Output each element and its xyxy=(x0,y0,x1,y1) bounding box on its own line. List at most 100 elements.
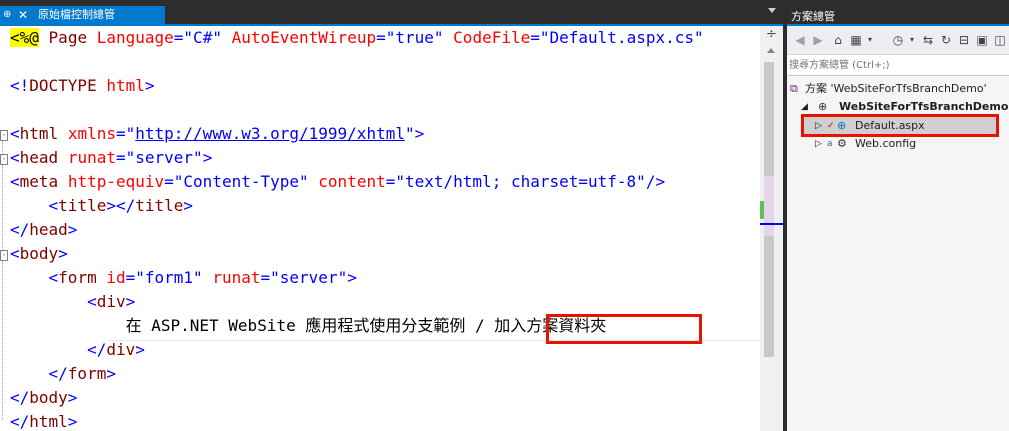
code-token: DOCTYPE xyxy=(29,76,97,95)
code-token: title xyxy=(58,196,107,215)
code-token: <%@ xyxy=(10,28,39,47)
code-token: html xyxy=(19,124,59,143)
code-token: head xyxy=(19,148,59,167)
code-line[interactable]: </div> xyxy=(10,338,145,362)
code-token: id xyxy=(106,268,126,287)
collapse-all-icon[interactable]: ⊟ xyxy=(957,32,971,48)
code-token: <! xyxy=(10,76,30,95)
annotation-highlight-box xyxy=(801,114,999,137)
code-token: title xyxy=(135,196,184,215)
code-line[interactable]: <!DOCTYPE html> xyxy=(10,74,155,98)
solution-explorer-search[interactable] xyxy=(787,55,1009,76)
code-line[interactable]: <div> xyxy=(10,290,135,314)
tree-item-web-config[interactable]: ▷ a ⚙ Web.config xyxy=(801,135,999,153)
tree-item-label: Web.config xyxy=(855,137,917,150)
tree-item-solution[interactable]: ⧉ 方案 'WebSiteForTfsBranchDemo' xyxy=(787,80,1009,98)
solution-explorer-titlebar[interactable]: 方案總管 xyxy=(787,0,1009,26)
pin-icon[interactable]: ⊕ xyxy=(3,6,11,24)
code-token: > xyxy=(106,364,116,383)
code-token: meta xyxy=(19,172,59,191)
chevron-down-icon[interactable] xyxy=(768,8,776,13)
search-input[interactable] xyxy=(789,57,999,73)
fold-html-icon[interactable]: - xyxy=(0,130,8,141)
split-window-icon[interactable]: ÷ xyxy=(760,26,783,44)
code-token: > xyxy=(347,268,357,287)
properties-icon[interactable]: ▣ xyxy=(975,32,989,48)
code-token: "server" xyxy=(125,148,203,167)
tab-source-control-explorer[interactable]: ⊕ ✕ 原始檔控制總管 xyxy=(0,6,165,24)
code-token: form xyxy=(67,364,107,383)
config-file-icon: ⚙ xyxy=(837,137,847,150)
code-token: /> xyxy=(645,172,666,191)
code-token: "text/html; charset=utf-8" xyxy=(395,172,646,191)
code-token: > xyxy=(135,340,145,359)
code-line[interactable]: </body> xyxy=(10,386,77,410)
code-token: "Content-Type" xyxy=(173,172,309,191)
vertical-scrollbar[interactable]: ÷ xyxy=(760,26,783,431)
scroll-up-icon[interactable] xyxy=(767,48,775,53)
code-token: > xyxy=(67,412,78,431)
sync-icon[interactable]: ⇆ xyxy=(921,32,935,48)
code-token: > xyxy=(58,244,68,263)
collapsed-arrow-icon[interactable]: ▷ xyxy=(815,135,822,153)
code-token: = xyxy=(173,28,184,47)
home-icon[interactable]: ⌂ xyxy=(831,32,845,48)
code-line[interactable]: 在 ASP.NET WebSite 應用程式使用分支範例 / 加入方案資料夾 xyxy=(10,314,607,338)
code-token: form xyxy=(58,268,97,287)
code-token: http-equiv xyxy=(67,172,165,191)
code-token: = xyxy=(376,28,386,47)
code-line[interactable]: <form id="form1" runat="server"> xyxy=(10,266,357,290)
code-token: html xyxy=(106,76,145,95)
scroll-map-change-marker xyxy=(760,201,764,219)
code-token: </ xyxy=(48,364,68,383)
code-token: < xyxy=(48,268,59,287)
code-token: "form1" xyxy=(135,268,203,287)
code-token: = xyxy=(125,268,136,287)
chevron-down-icon[interactable]: ▾ xyxy=(863,32,877,48)
code-token: Page xyxy=(48,28,88,47)
switch-views-icon[interactable]: ▦ xyxy=(849,32,863,48)
code-token: = xyxy=(530,28,540,47)
code-token: </ xyxy=(10,220,30,239)
fold-body-icon[interactable]: - xyxy=(0,250,8,261)
code-line[interactable]: </head> xyxy=(10,218,77,242)
code-token: ></ xyxy=(106,196,136,215)
code-token: > xyxy=(144,76,155,95)
code-token: < xyxy=(10,172,20,191)
code-line[interactable]: <body> xyxy=(10,242,68,266)
code-line[interactable]: <head runat="server"> xyxy=(10,146,212,170)
solution-explorer-panel: 方案總管 ◀ ▶ ⌂ ▦ ▾ ◷ ▾ ⇆ ↻ ⊟ ▣ ◫ ⧉ 方案 'WebSi… xyxy=(787,0,1009,431)
code-editor[interactable]: ⊕ ✕ 原始檔控制總管 <%@ Page Language="C#" AutoE… xyxy=(0,0,783,431)
code-line[interactable]: </form> xyxy=(10,362,116,386)
back-icon[interactable]: ◀ xyxy=(793,32,807,48)
preview-icon[interactable]: ◫ xyxy=(993,32,1007,48)
code-line[interactable]: <html xmlns="http://www.w3.org/1999/xhtm… xyxy=(10,122,424,146)
close-icon[interactable]: ✕ xyxy=(18,6,28,24)
scroll-map-caret-marker xyxy=(760,223,783,225)
code-token: > xyxy=(202,148,213,167)
forward-icon[interactable]: ▶ xyxy=(811,32,825,48)
code-token: < xyxy=(10,148,20,167)
code-token: head xyxy=(29,220,68,239)
code-line[interactable]: <meta http-equiv="Content-Type" content=… xyxy=(10,170,665,194)
code-token: = xyxy=(260,268,271,287)
code-token: < xyxy=(87,292,97,311)
code-line[interactable]: </html> xyxy=(10,410,77,431)
code-line[interactable]: <title></title> xyxy=(10,194,194,218)
solution-explorer-toolbar: ◀ ▶ ⌂ ▦ ▾ ◷ ▾ ⇆ ↻ ⊟ ▣ ◫ xyxy=(787,26,1009,55)
code-line[interactable]: <%@ Page Language="C#" AutoEventWireup="… xyxy=(10,26,704,50)
code-token: html xyxy=(29,412,68,431)
fold-head-icon[interactable]: - xyxy=(0,154,8,165)
pending-changes-filter-icon[interactable]: ◷ xyxy=(891,32,905,48)
code-token: Language xyxy=(96,28,174,47)
code-text-area[interactable]: <%@ Page Language="C#" AutoEventWireup="… xyxy=(0,26,760,431)
chevron-down-icon[interactable]: ▾ xyxy=(905,32,919,48)
refresh-icon[interactable]: ↻ xyxy=(939,32,953,48)
